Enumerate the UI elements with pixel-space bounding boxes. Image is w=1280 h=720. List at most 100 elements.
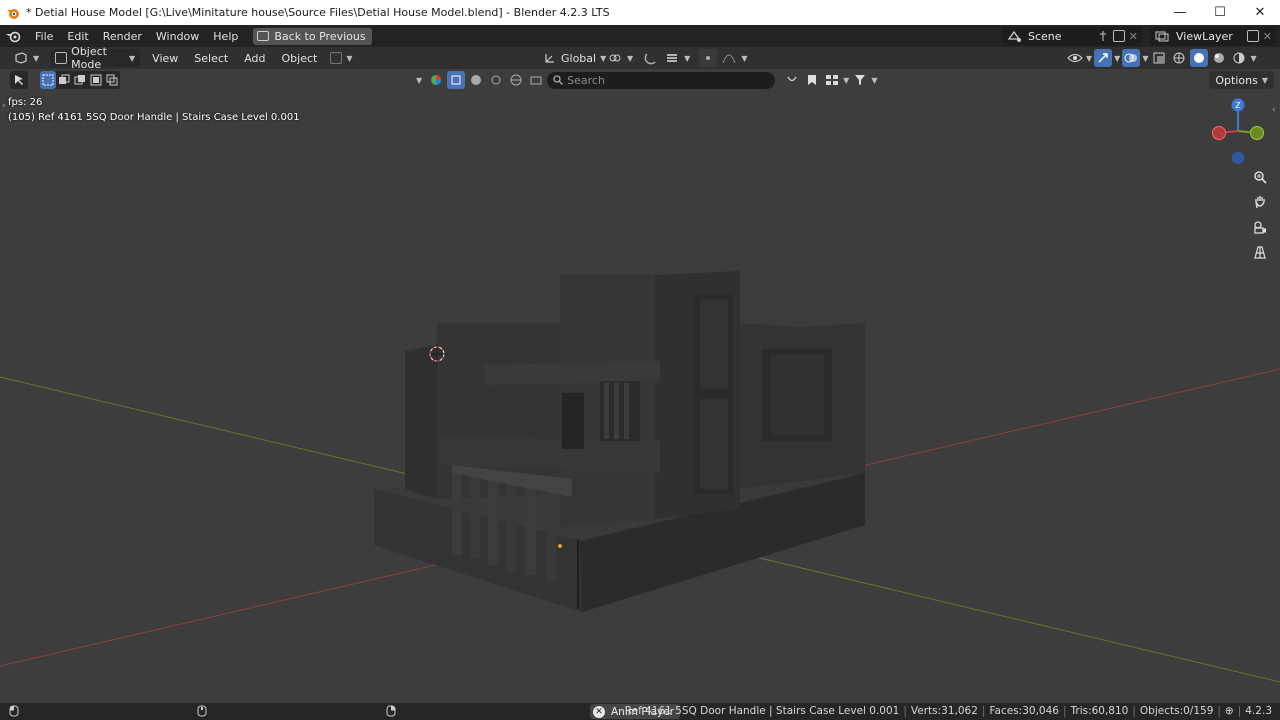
- transform-orientation-dropdown[interactable]: Global ▼: [538, 49, 611, 67]
- tool-settings-row: [10, 71, 120, 89]
- status-verts: Verts:31,062: [910, 705, 978, 717]
- menu-help[interactable]: Help: [206, 30, 245, 43]
- select-invert-icon[interactable]: [88, 71, 104, 89]
- asset-search-input[interactable]: Search: [547, 71, 776, 89]
- chevron-down-icon[interactable]: ▼: [627, 54, 633, 63]
- material-shading-icon[interactable]: [1210, 49, 1228, 67]
- proportional-edit-icon[interactable]: [699, 49, 718, 67]
- chevron-down-icon[interactable]: ▼: [871, 76, 877, 85]
- cursor-arrow-icon: [15, 75, 23, 85]
- delete-scene-icon[interactable]: ✕: [1129, 30, 1142, 43]
- chevron-down-icon: ▼: [346, 53, 353, 63]
- sidebar-toggle-icon[interactable]: ‹: [1272, 105, 1276, 115]
- zoom-icon[interactable]: [1249, 166, 1271, 188]
- overlays-toggle-icon[interactable]: [1122, 49, 1141, 67]
- mode-label: Object Mode: [71, 45, 107, 71]
- chevron-down-icon[interactable]: ▼: [1250, 54, 1256, 63]
- select-subtract-icon[interactable]: [72, 71, 88, 89]
- camera-view-icon[interactable]: [1249, 216, 1271, 238]
- object-type-dropdown[interactable]: ▼: [325, 49, 357, 67]
- chevron-down-icon[interactable]: ▼: [1142, 54, 1148, 63]
- new-scene-icon[interactable]: [1112, 30, 1125, 42]
- color-wheel-icon[interactable]: [427, 71, 445, 89]
- chevron-down-icon[interactable]: ▼: [843, 76, 849, 85]
- menu-file[interactable]: File: [28, 30, 60, 43]
- solid-shading-icon[interactable]: [1190, 49, 1209, 67]
- chevron-down-icon: ▼: [1261, 75, 1268, 85]
- select-new-icon[interactable]: [40, 71, 56, 89]
- object-data-icon: [330, 52, 343, 64]
- viewport-scene: [0, 269, 1280, 683]
- select-tool-button[interactable]: [10, 71, 28, 89]
- falloff-curve-icon[interactable]: [720, 49, 738, 67]
- menu-select[interactable]: Select: [186, 52, 236, 65]
- view-layer-name: ViewLayer: [1176, 29, 1233, 43]
- snap-target-icon[interactable]: [663, 49, 681, 67]
- close-icon[interactable]: ✕: [593, 705, 605, 718]
- 3d-viewport[interactable]: ▼ Search ▼ ▼ Options ▼ fps: 26 (105) Ref…: [0, 69, 1280, 703]
- blender-top-bar: File Edit Render Window Help Back to Pre…: [0, 25, 1280, 47]
- rendered-shading-icon[interactable]: [1230, 49, 1248, 67]
- toolbar-toggle-icon[interactable]: ›: [2, 101, 6, 111]
- asset-header-controls: ▼ Search ▼ ▼: [413, 71, 877, 89]
- world-filter-icon[interactable]: [507, 71, 525, 89]
- maximize-button[interactable]: ☐: [1200, 0, 1240, 25]
- screen-icon: [257, 31, 270, 41]
- object-mode-icon: [55, 52, 68, 64]
- new-view-layer-icon[interactable]: [1246, 30, 1259, 42]
- filter-icon[interactable]: [851, 71, 869, 89]
- light-filter-icon[interactable]: [487, 71, 505, 89]
- menu-window[interactable]: Window: [149, 30, 206, 43]
- delete-view-layer-icon[interactable]: ✕: [1263, 30, 1276, 43]
- sort-icon[interactable]: [783, 71, 801, 89]
- mode-dropdown[interactable]: Object Mode ▼: [50, 45, 141, 71]
- menu-render[interactable]: Render: [96, 30, 149, 43]
- back-to-previous-label: Back to Previous: [274, 29, 366, 43]
- bookmark-icon[interactable]: [803, 71, 821, 89]
- editor-type-dropdown[interactable]: ▼: [8, 49, 44, 67]
- globe-icon: ⊕: [1224, 705, 1234, 717]
- scene-selector[interactable]: Scene ✕: [1002, 27, 1142, 45]
- object-filter-icon[interactable]: [447, 71, 466, 89]
- menu-edit[interactable]: Edit: [60, 30, 95, 43]
- object-origin-dot: [558, 544, 562, 548]
- select-extend-icon[interactable]: [56, 71, 72, 89]
- pin-icon[interactable]: [1097, 30, 1109, 42]
- menu-view[interactable]: View: [144, 52, 186, 65]
- navigation-gizmo[interactable]: Z: [1205, 96, 1275, 176]
- material-filter-icon[interactable]: [467, 71, 485, 89]
- status-tris: Tris:60,810: [1070, 705, 1129, 717]
- xray-toggle-icon[interactable]: [1150, 49, 1168, 67]
- chevron-down-icon[interactable]: ▼: [1086, 54, 1092, 63]
- orientation-axes-icon: [545, 54, 554, 63]
- pivot-point-icon[interactable]: [606, 49, 624, 67]
- mouse-middle-icon: [197, 705, 207, 717]
- menu-object[interactable]: Object: [274, 52, 326, 65]
- gizmo-toggle-icon[interactable]: [1094, 49, 1113, 67]
- menu-add[interactable]: Add: [236, 52, 273, 65]
- scene-icon: [1007, 30, 1021, 42]
- mouse-right-icon: [386, 705, 396, 717]
- chevron-down-icon[interactable]: ▼: [1114, 54, 1120, 63]
- house-model[interactable]: [374, 269, 865, 612]
- minimize-button[interactable]: —: [1160, 0, 1200, 25]
- display-mode-icon[interactable]: [823, 71, 841, 89]
- node-filter-icon[interactable]: [527, 71, 545, 89]
- chevron-down-icon[interactable]: ▼: [413, 76, 425, 85]
- scene-name: Scene: [1028, 29, 1062, 43]
- status-objects: Objects:0/159: [1139, 705, 1214, 717]
- chevron-down-icon[interactable]: ▼: [684, 54, 690, 63]
- select-intersect-icon[interactable]: [104, 71, 120, 89]
- perspective-grid-icon[interactable]: [1249, 241, 1271, 263]
- view-layer-selector[interactable]: ViewLayer ✕: [1150, 27, 1276, 45]
- pan-hand-icon[interactable]: [1249, 191, 1271, 213]
- snap-icon[interactable]: [642, 49, 660, 67]
- blender-menu-icon[interactable]: [4, 28, 24, 44]
- chevron-down-icon[interactable]: ▼: [741, 54, 747, 63]
- status-bar: ✕ Anim Player Ref 4161 5SQ Door Handle |…: [0, 703, 1280, 720]
- wireframe-shading-icon[interactable]: [1170, 49, 1188, 67]
- options-dropdown[interactable]: Options ▼: [1209, 71, 1274, 89]
- visibility-eye-icon[interactable]: [1066, 49, 1084, 67]
- back-to-previous-button[interactable]: Back to Previous: [253, 27, 372, 45]
- close-button[interactable]: ✕: [1240, 0, 1280, 25]
